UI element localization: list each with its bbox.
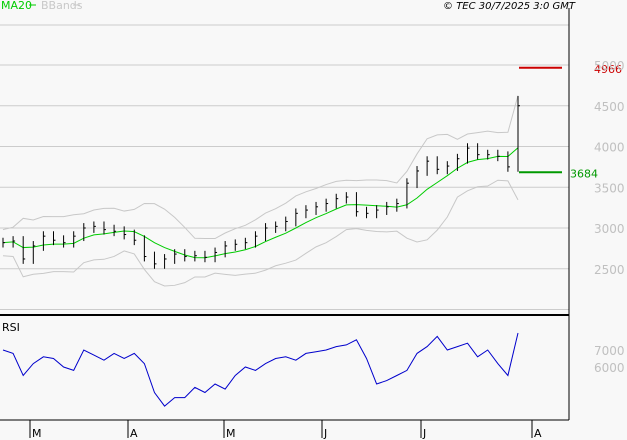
y-tick-label: 5000	[594, 59, 625, 73]
ma20-line	[2, 147, 519, 259]
x-ticks: MAMJJA	[29, 420, 542, 440]
y-tick-label: 4000	[594, 141, 625, 155]
y-tick-label: 4500	[594, 100, 625, 114]
rsi-tick-label: 7000	[594, 344, 625, 358]
legend-ma20: MA20	[1, 0, 32, 12]
rsi-label: RSI	[2, 321, 20, 334]
annotations: 49663684	[519, 63, 622, 180]
x-tick-label: A	[130, 427, 138, 440]
bband-lower	[2, 179, 519, 287]
bband-upper	[2, 95, 519, 240]
rsi-line	[2, 332, 519, 407]
y-ticks: 2500 3000 3500 4000 4500 5000 6000 7000	[594, 59, 625, 375]
x-tick-label: J	[422, 427, 426, 440]
y-tick-label: 3000	[594, 222, 625, 236]
legend-bbands: BBands	[41, 0, 83, 12]
x-tick-label: J	[323, 427, 327, 440]
copyright-timestamp: © TEC 30/7/2025 3:0 GMT	[443, 1, 576, 12]
y-tick-label: 2500	[594, 263, 625, 277]
y-tick-label: 3500	[594, 181, 625, 195]
level-label: 3684	[570, 167, 598, 180]
bollinger-bands	[2, 95, 519, 287]
x-tick-label: M	[226, 427, 236, 440]
price-grid	[0, 64, 569, 310]
price-bars	[2, 95, 520, 269]
x-tick-label: M	[32, 427, 42, 440]
chart-canvas: 49663684 2500 3000 3500 4000 4500 5000 6000 700…	[0, 0, 625, 440]
rsi-tick-label: 6000	[594, 361, 625, 375]
x-tick-label: A	[534, 427, 542, 440]
